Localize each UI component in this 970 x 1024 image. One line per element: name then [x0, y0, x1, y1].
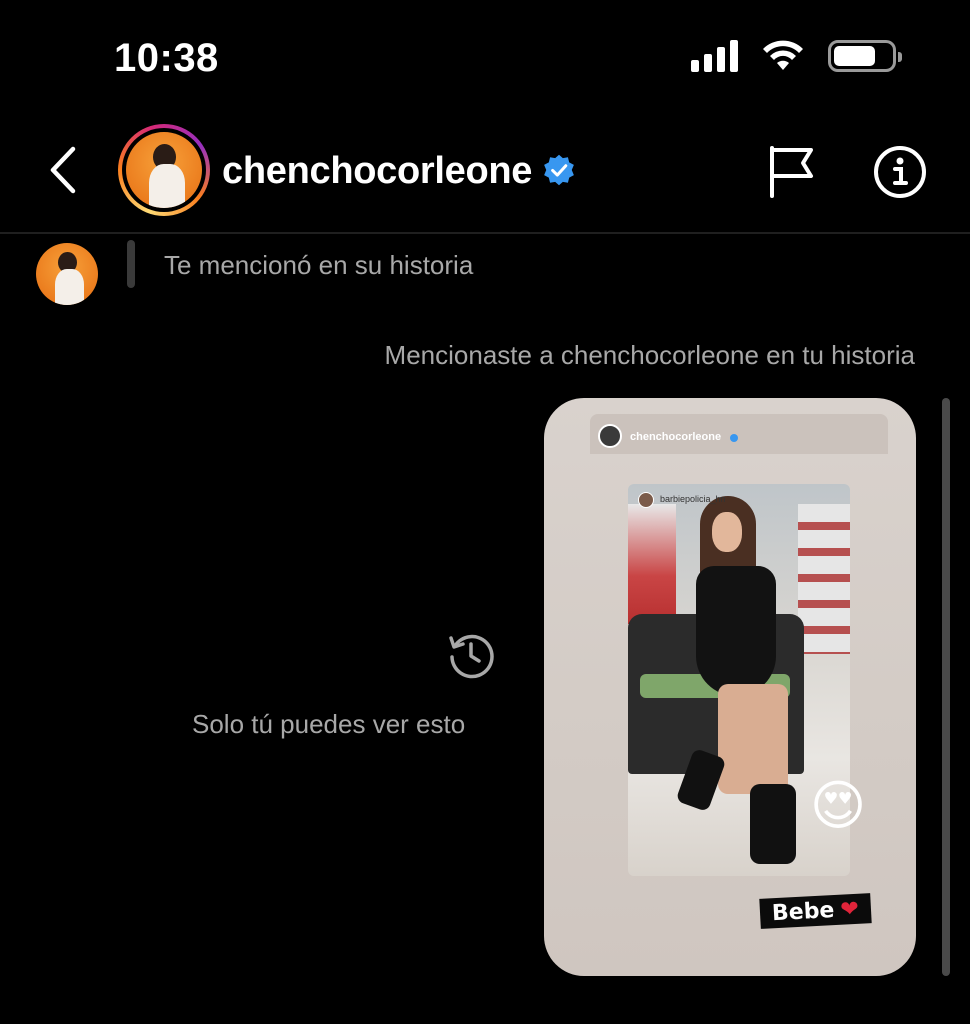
story-author-avatar — [598, 424, 622, 448]
verified-badge-icon — [544, 154, 574, 186]
only-you-can-see-text: Solo tú puedes ver esto — [192, 709, 466, 739]
heart-eyes-emoji-sticker: 😍 — [809, 776, 867, 836]
story-preview-card[interactable]: chenchocorleone barbiepolicia_hn 😍 Bebe … — [544, 398, 916, 976]
profile-avatar[interactable] — [118, 124, 210, 216]
back-chevron-icon — [50, 146, 76, 194]
heart-icon: ❤ — [839, 896, 860, 923]
tagged-user-avatar — [638, 492, 654, 508]
cellular-signal-icon — [691, 40, 738, 72]
report-flag-button[interactable] — [766, 144, 818, 200]
info-button[interactable] — [872, 144, 928, 200]
scrollbar[interactable] — [942, 398, 950, 976]
header-username[interactable]: chenchocorleone — [222, 150, 532, 193]
history-timer-icon — [449, 634, 494, 679]
tagged-user-name: barbiepolicia_hn — [660, 494, 726, 504]
sticker-text: Bebe — [771, 897, 835, 926]
reply-indicator-bar — [127, 240, 135, 288]
battery-icon — [828, 40, 902, 72]
flag-icon — [770, 146, 813, 198]
header-divider — [0, 232, 970, 234]
bebe-text-sticker: Bebe ❤ — [759, 893, 872, 929]
story-verified-icon — [730, 434, 738, 442]
story-author-name: chenchocorleone — [630, 431, 722, 443]
back-button[interactable] — [38, 140, 86, 200]
status-icons — [691, 40, 902, 72]
mention-received-text: Te mencionó en su historia — [164, 250, 474, 280]
mention-sent-text: Mencionaste a chenchocorleone en tu hist… — [384, 340, 915, 370]
wifi-icon — [763, 40, 803, 70]
sender-avatar[interactable] — [36, 243, 98, 305]
info-icon — [874, 146, 926, 198]
status-time: 10:38 — [114, 36, 219, 80]
